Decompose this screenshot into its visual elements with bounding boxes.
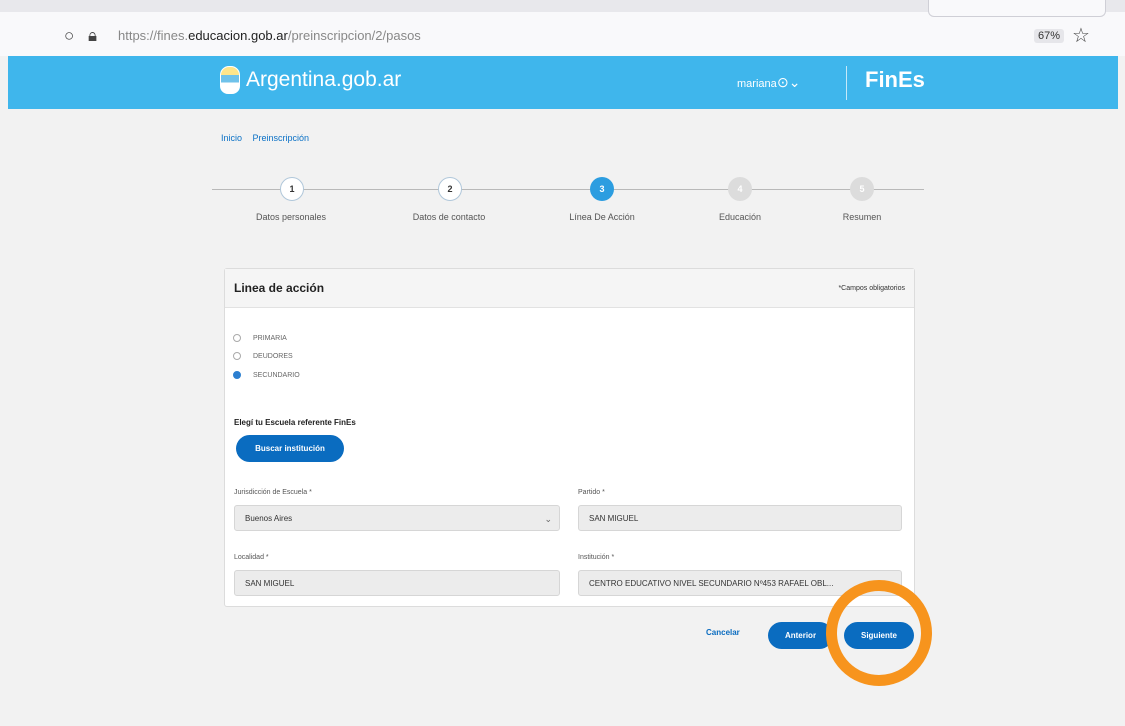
- header-divider: [846, 66, 847, 100]
- breadcrumb-home[interactable]: Inicio: [221, 133, 242, 143]
- institucion-value: CENTRO EDUCATIVO NIVEL SECUNDARIO Nº453 …: [589, 579, 834, 588]
- highlight-ring: [826, 580, 932, 686]
- card-title: Linea de acción: [234, 281, 325, 295]
- shield-icon[interactable]: ○: [64, 26, 74, 46]
- radio-primaria[interactable]: PRIMARIA: [233, 334, 287, 342]
- brand-title[interactable]: FinEs: [865, 67, 925, 93]
- step-label-3: Línea De Acción: [569, 212, 635, 222]
- zoom-level[interactable]: 67%: [1034, 29, 1065, 43]
- previous-button[interactable]: Anterior: [768, 622, 833, 649]
- step-1: 1: [280, 177, 304, 201]
- radio-button[interactable]: [233, 352, 241, 360]
- stepper-line: [212, 189, 924, 190]
- coat-of-arms-icon: [220, 66, 240, 94]
- localidad-value: SAN MIGUEL: [245, 579, 295, 588]
- jurisdiccion-select[interactable]: Buenos Aires ⌄: [234, 505, 560, 531]
- site-logo[interactable]: Argentina.gob.ar: [220, 66, 401, 94]
- card-header: Linea de acción *Campos obligatorios: [225, 269, 914, 308]
- step-label-1: Datos personales: [255, 212, 327, 222]
- action-line-card: Linea de acción *Campos obligatorios PRI…: [224, 268, 915, 607]
- browser-tab[interactable]: [928, 0, 1106, 17]
- site-header: Argentina.gob.ar mariana ⊙⌄ FinEs: [8, 56, 1118, 109]
- search-institution-button[interactable]: Buscar institución: [236, 435, 344, 462]
- step-label-5: Resumen: [842, 212, 882, 222]
- radio-secundario[interactable]: SECUNDARIO: [233, 371, 300, 379]
- user-name[interactable]: mariana: [737, 78, 777, 90]
- localidad-label: Localidad *: [234, 554, 269, 561]
- localidad-field[interactable]: SAN MIGUEL: [234, 570, 560, 596]
- address-bar[interactable]: ○ 🔒︎ https://fines.educacion.gob.ar/prei…: [40, 24, 1100, 48]
- step-label-4: Educación: [718, 212, 762, 222]
- partido-field[interactable]: SAN MIGUEL: [578, 505, 902, 531]
- radio-label: SECUNDARIO: [253, 371, 300, 379]
- step-4: 4: [728, 177, 752, 201]
- institucion-label: Institución *: [578, 554, 615, 561]
- jurisdiccion-value: Buenos Aires: [245, 514, 293, 523]
- star-icon[interactable]: ☆: [1072, 23, 1090, 48]
- radio-deudores[interactable]: DEUDORES: [233, 352, 293, 360]
- url-domain: educacion.gob.ar: [188, 28, 288, 43]
- url-path: /preinscripcion/2/pasos: [287, 28, 421, 43]
- jurisdiccion-label: Jurisdicción de Escuela *: [234, 489, 312, 496]
- radio-label: PRIMARIA: [253, 334, 287, 342]
- url-prefix: https://fines.: [118, 28, 189, 43]
- step-2: 2: [438, 177, 462, 201]
- browser-toolbar: ○ 🔒︎ https://fines.educacion.gob.ar/prei…: [0, 0, 1125, 56]
- radio-label: DEUDORES: [253, 352, 293, 360]
- step-label-2: Datos de contacto: [412, 212, 486, 222]
- radio-button[interactable]: [233, 334, 241, 342]
- step-5: 5: [850, 177, 874, 201]
- radio-button-checked[interactable]: [233, 371, 241, 379]
- url-text[interactable]: https://fines.educacion.gob.ar/preinscri…: [118, 28, 421, 43]
- required-note: *Campos obligatorios: [838, 285, 905, 292]
- user-icon[interactable]: ⊙⌄: [777, 74, 800, 91]
- chevron-down-icon: ⌄: [544, 514, 552, 524]
- cancel-link[interactable]: Cancelar: [706, 628, 740, 637]
- partido-label: Partido *: [578, 489, 605, 496]
- lock-icon[interactable]: 🔒︎: [88, 26, 97, 46]
- logo-text: Argentina.gob.ar: [246, 68, 402, 91]
- step-3: 3: [590, 177, 614, 201]
- breadcrumb-current[interactable]: Preinscripción: [253, 133, 310, 143]
- breadcrumb: Inicio Preinscripción: [221, 133, 317, 143]
- partido-value: SAN MIGUEL: [589, 514, 639, 523]
- school-label: Elegí tu Escuela referente FinEs: [234, 418, 356, 427]
